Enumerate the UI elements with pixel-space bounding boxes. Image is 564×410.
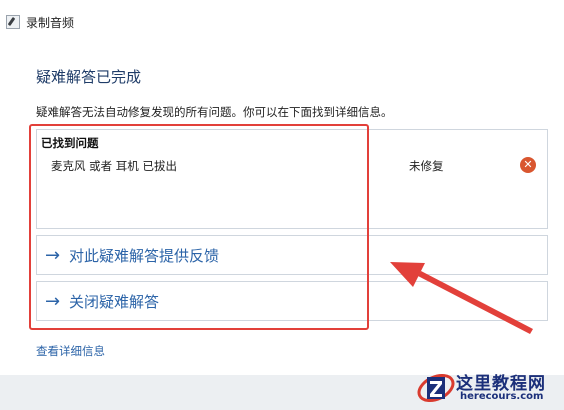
title-bar: 录制音频: [0, 0, 564, 40]
watermark: 这里教程网 herecours.com: [416, 366, 562, 408]
view-details-link[interactable]: 查看详细信息: [36, 343, 105, 359]
close-troubleshooter-label: 关闭疑难解答: [69, 292, 160, 311]
error-x-icon: ✕: [520, 157, 536, 173]
watermark-logo-icon: [417, 373, 455, 403]
arrow-right-icon: →: [45, 244, 61, 266]
app-icon: [6, 15, 20, 29]
problem-name: 麦克风 或者 耳机 已拔出: [51, 159, 177, 173]
summary-text: 疑难解答无法自动修复发现的所有问题。你可以在下面找到详细信息。: [36, 105, 393, 119]
problems-header: 已找到问题: [41, 136, 99, 150]
page-title: 疑难解答已完成: [36, 68, 142, 86]
problems-panel: 已找到问题 麦克风 或者 耳机 已拔出 未修复 ✕: [36, 129, 548, 229]
close-troubleshooter-link[interactable]: → 关闭疑难解答: [36, 281, 548, 321]
watermark-url: herecours.com: [460, 391, 544, 402]
window-title: 录制音频: [26, 16, 75, 30]
arrow-right-icon: →: [45, 290, 61, 312]
feedback-link-label: 对此疑难解答提供反馈: [69, 246, 220, 265]
feedback-link[interactable]: → 对此疑难解答提供反馈: [36, 235, 548, 275]
problem-status: 未修复: [409, 159, 444, 173]
